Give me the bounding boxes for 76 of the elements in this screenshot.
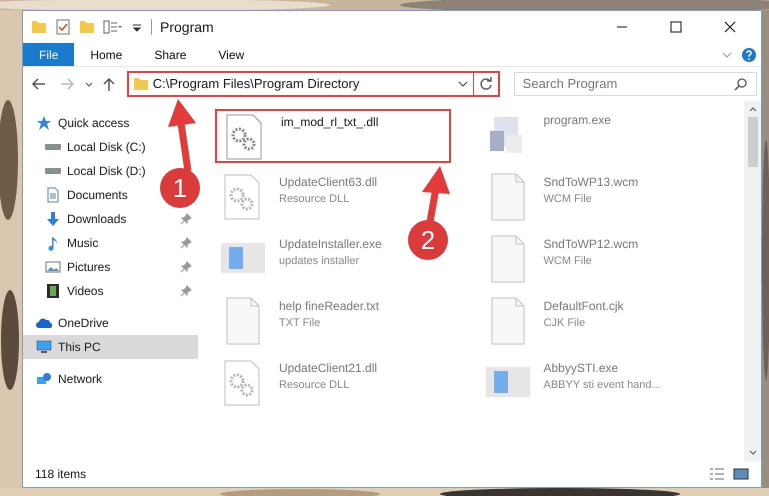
folder-icon [132, 76, 149, 92]
ribbon-tab[interactable]: Share [138, 43, 202, 66]
search-input[interactable]: Search Program [522, 74, 734, 94]
file-item[interactable]: SndToWP13.wcm WCM File [480, 171, 642, 225]
sidebar-item[interactable]: Local Disk (D:) [23, 159, 152, 183]
window-title: Program [160, 18, 214, 37]
file-type: Resource DLL [279, 378, 350, 393]
file-item[interactable]: im_mod_rl_txt_.dll [215, 109, 451, 163]
file-name: help fineReader.txt [279, 298, 380, 315]
ribbon-tab[interactable]: View [202, 43, 260, 66]
network-icon [36, 371, 52, 387]
details-view-icon[interactable] [709, 466, 725, 482]
pin-icon [180, 261, 192, 273]
pin-icon [180, 213, 192, 225]
refresh-icon[interactable] [478, 76, 494, 92]
file-name: program.exe [544, 112, 611, 129]
blank-file-icon [226, 297, 260, 345]
file-item[interactable]: DefaultFont.cjk CJK File [480, 295, 628, 349]
drive-icon [45, 168, 61, 174]
file-name: DefaultFont.cjk [544, 298, 624, 315]
blank-file-icon [490, 173, 524, 221]
sidebar-item[interactable]: Network [23, 367, 108, 391]
down-arrow-icon [45, 211, 61, 227]
file-name: im_mod_rl_txt_.dll [281, 114, 378, 131]
scrollbar[interactable] [744, 101, 761, 461]
address-path: C:\Program Files\Program Directory [152, 75, 360, 94]
thumbnail-view-icon[interactable] [733, 466, 749, 482]
ribbon-tab[interactable]: Home [74, 43, 138, 66]
sidebar-item[interactable]: Pictures [23, 255, 198, 279]
file-item[interactable]: help fineReader.txt TXT File [215, 295, 384, 349]
monitor-icon [36, 339, 52, 355]
file-item[interactable]: UpdateInstaller.exe updates installer [215, 233, 386, 287]
file-name: UpdateInstaller.exe [279, 236, 382, 253]
ribbon-tab[interactable]: File [23, 43, 74, 66]
help-icon[interactable] [741, 46, 757, 62]
blank-file-icon [490, 235, 524, 283]
sidebar-item[interactable]: This PC [23, 335, 198, 359]
sidebar-item[interactable]: Downloads [23, 207, 198, 231]
pin-icon [180, 285, 192, 297]
file-item[interactable]: UpdateClient21.dll Resource DLL [215, 357, 382, 411]
file-name: UpdateClient21.dll [279, 360, 378, 377]
search-field[interactable]: Search Program [514, 72, 757, 96]
sidebar-item[interactable]: Documents [23, 183, 134, 207]
document-icon [45, 187, 61, 203]
pin-star-icon [36, 115, 52, 131]
file-item[interactable]: SndToWP12.wcm WCM File [480, 233, 642, 287]
film-icon [45, 283, 61, 299]
sidebar-item[interactable]: OneDrive [23, 311, 115, 335]
pin-icon [180, 237, 192, 249]
file-name: SndToWP12.wcm [544, 236, 638, 253]
file-item[interactable]: AbbyySTI.exe ABBYY sti event hand... [480, 357, 665, 411]
sidebar-item[interactable]: Music [23, 231, 198, 255]
drive-icon [45, 144, 61, 150]
file-type: WCM File [544, 192, 593, 207]
file-name: SndToWP13.wcm [544, 174, 638, 191]
sidebar-item[interactable]: Videos [23, 279, 198, 303]
blank-file-icon [490, 297, 524, 345]
sidebar-item[interactable]: Quick access [23, 111, 136, 135]
file-item[interactable]: program.exe [480, 109, 615, 163]
file-item[interactable]: UpdateClient63.dll Resource DLL [215, 171, 382, 225]
address-bar[interactable]: C:\Program Files\Program Directory [126, 71, 500, 97]
search-icon [734, 77, 748, 91]
view-options-icon[interactable] [103, 19, 123, 35]
file-name: AbbyySTI.exe [544, 360, 620, 377]
file-type: Resource DLL [279, 192, 350, 207]
file-type: WCM File [544, 254, 593, 269]
file-type: CJK File [544, 316, 586, 331]
item-count: 118 items [35, 466, 88, 483]
properties-checklist-icon[interactable] [55, 19, 71, 35]
scroll-thumb[interactable] [748, 117, 758, 167]
file-type: ABBYY sti event hand... [544, 378, 661, 393]
picture-frame-icon [45, 259, 61, 275]
file-type: updates installer [279, 254, 360, 269]
sidebar-item[interactable]: Local Disk (C:) [23, 135, 152, 159]
file-name: UpdateClient63.dll [279, 174, 378, 191]
file-type: TXT File [279, 316, 322, 331]
